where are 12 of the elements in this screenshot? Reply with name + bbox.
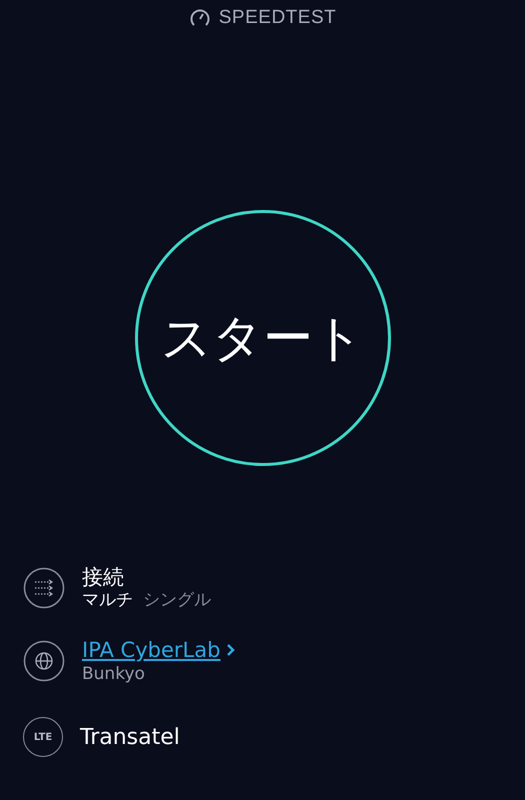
connection-option[interactable]: シングル	[143, 589, 211, 611]
connections-icon	[23, 567, 65, 609]
server-location: Bunkyo	[82, 663, 146, 685]
app-title: SPEEDTEST	[218, 7, 336, 29]
connection-label: 接続	[82, 565, 125, 589]
start-button[interactable]: スタート	[134, 210, 390, 466]
server-link[interactable]: IPA CyberLab	[82, 637, 220, 663]
provider-name: Transatel	[80, 724, 180, 750]
chevron-icon[interactable]	[226, 643, 236, 657]
globe-icon	[23, 640, 65, 682]
network-badge: LTE	[23, 717, 63, 757]
connection-option[interactable]: マルチ	[82, 589, 133, 611]
